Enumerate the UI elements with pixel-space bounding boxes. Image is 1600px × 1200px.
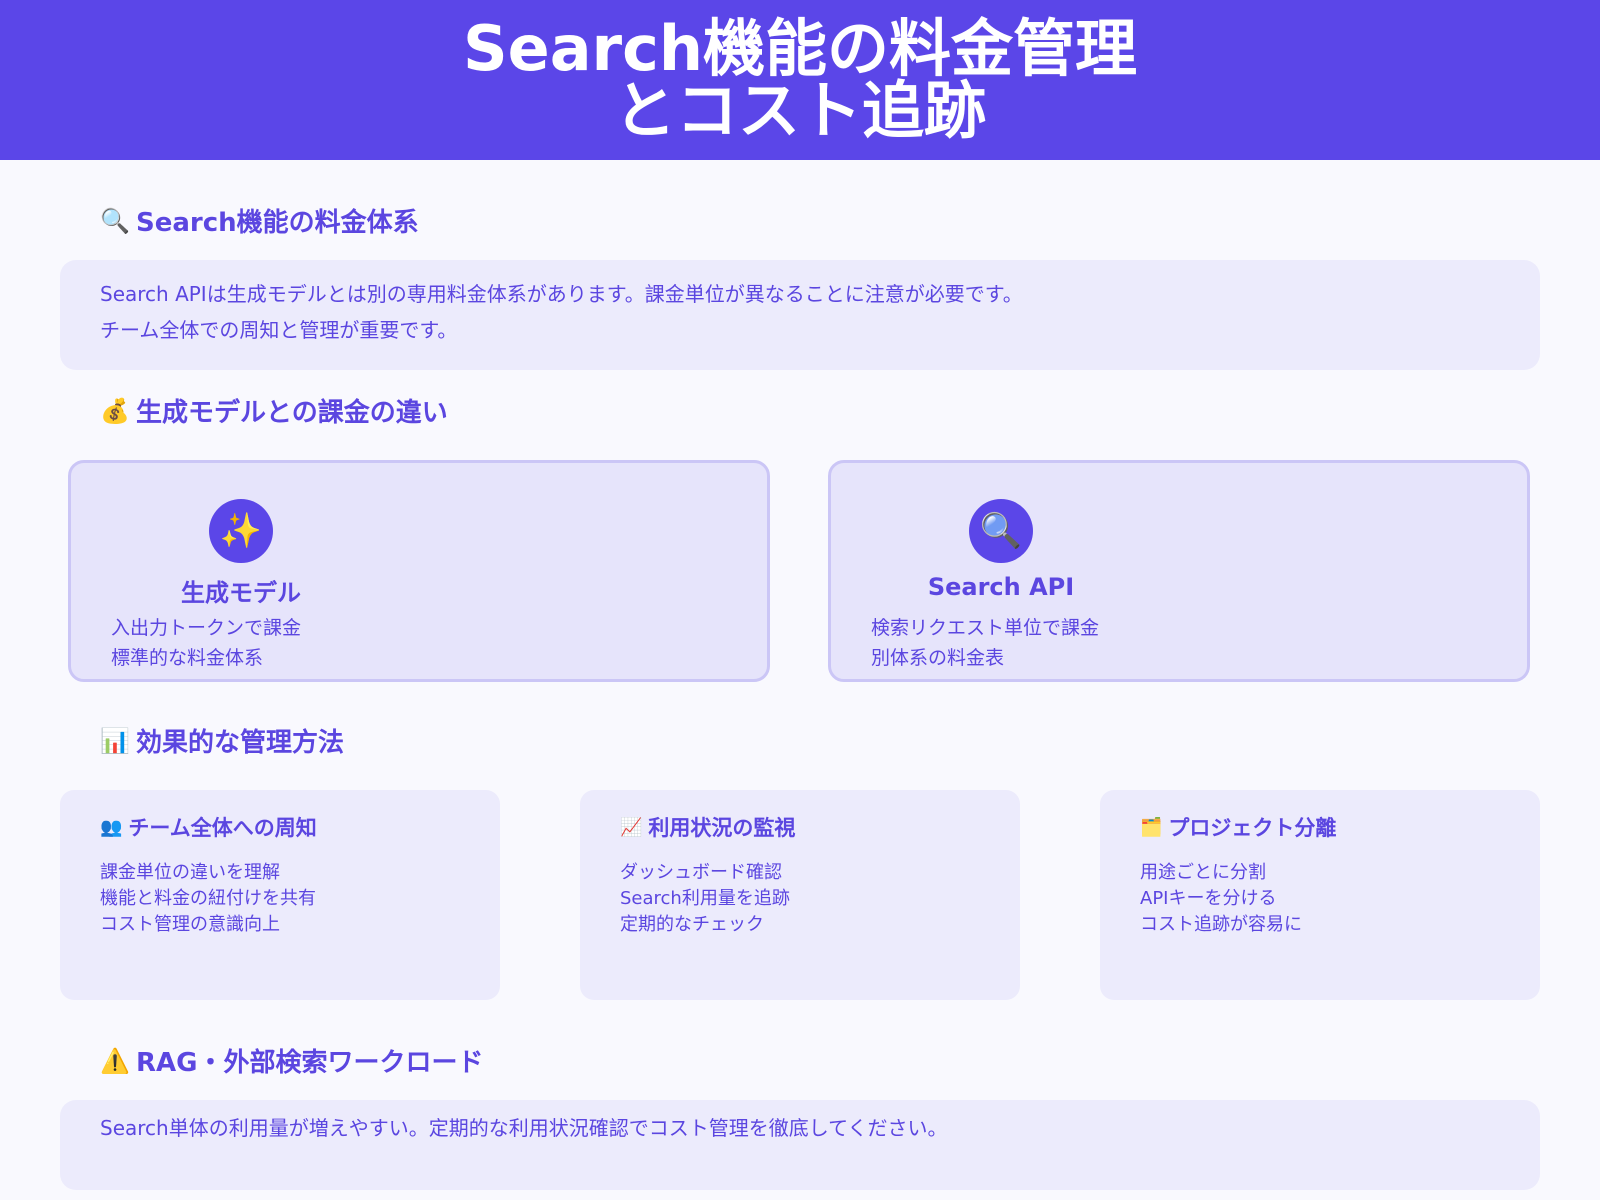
magnifier-icon: 🔍 — [100, 206, 130, 235]
compare-card-line: 別体系の料金表 — [871, 647, 1005, 669]
page-title-line-1: Search機能の料金管理 — [462, 12, 1137, 85]
warning-icon: ⚠️ — [100, 1046, 130, 1075]
method-card-item: 定期的なチェック — [620, 914, 764, 935]
money-bag-icon: 💰 — [100, 396, 130, 425]
section-title-rag: ⚠️ RAG・外部検索ワークロード — [100, 1042, 483, 1079]
section-title-pricing: 🔍 Search機能の料金体系 — [100, 202, 419, 239]
people-icon: 👥 — [100, 816, 123, 838]
section-title-rag-text: RAG・外部検索ワークロード — [136, 1048, 484, 1078]
compare-card-line: 標準的な料金体系 — [111, 647, 264, 669]
compare-card-line: 検索リクエスト単位で課金 — [871, 617, 1100, 639]
pricing-text-line-2: チーム全体での周知と管理が重要です。 — [100, 318, 458, 342]
compare-card-title: Search API — [927, 573, 1075, 601]
method-card-item: APIキーを分ける — [1140, 888, 1277, 909]
bar-chart-icon: 📊 — [100, 726, 130, 755]
method-card-item: コスト管理の意識向上 — [100, 914, 280, 935]
section-title-methods-text: 効果的な管理方法 — [136, 728, 345, 758]
method-card-item: 用途ごとに分割 — [1140, 862, 1266, 883]
folder-icon: 🗂️ — [1140, 816, 1163, 838]
method-card-project: 🗂️ プロジェクト分離 用途ごとに分割 APIキーを分ける コスト追跡が容易に — [1100, 790, 1540, 1000]
section-title-compare: 💰 生成モデルとの課金の違い — [100, 392, 448, 429]
pricing-panel: Search APIは生成モデルとは別の専用料金体系があります。課金単位が異なる… — [60, 260, 1540, 370]
compare-card-title: 生成モデル — [181, 579, 301, 607]
method-card-title-text: プロジェクト分離 — [1168, 816, 1337, 840]
pricing-text-line-1: Search APIは生成モデルとは別の専用料金体系があります。課金単位が異なる… — [100, 282, 1023, 306]
method-card-item: 機能と料金の紐付けを共有 — [100, 888, 316, 909]
rag-text-line-1: Search単体の利用量が増えやすい。定期的な利用状況確認でコスト管理を徹底して… — [100, 1116, 948, 1140]
compare-card-generative: ✨ 生成モデル 入出力トークンで課金 標準的な料金体系 — [68, 460, 770, 682]
method-card-item: ダッシュボード確認 — [620, 862, 782, 883]
trend-chart-icon: 📈 — [620, 816, 643, 838]
section-title-compare-text: 生成モデルとの課金の違い — [136, 398, 448, 428]
sparkles-icon: ✨ — [209, 499, 273, 563]
method-card-title-text: チーム全体への周知 — [128, 816, 317, 840]
rag-panel: Search単体の利用量が増えやすい。定期的な利用状況確認でコスト管理を徹底して… — [60, 1100, 1540, 1190]
magnifier-icon: 🔍 — [969, 499, 1033, 563]
page-title-line-2: とコスト追跡 — [613, 74, 986, 147]
page-header: Search機能の料金管理 とコスト追跡 — [0, 0, 1600, 160]
method-card-item: Search利用量を追跡 — [620, 888, 790, 909]
compare-card-line: 入出力トークンで課金 — [111, 617, 302, 639]
method-card-title: 📈 利用状況の監視 — [620, 812, 795, 842]
method-card-title-text: 利用状況の監視 — [648, 816, 796, 840]
method-card-title: 🗂️ プロジェクト分離 — [1140, 812, 1336, 842]
method-card-team: 👥 チーム全体への周知 課金単位の違いを理解 機能と料金の紐付けを共有 コスト管… — [60, 790, 500, 1000]
method-card-monitoring: 📈 利用状況の監視 ダッシュボード確認 Search利用量を追跡 定期的なチェッ… — [580, 790, 1020, 1000]
method-card-item: コスト追跡が容易に — [1140, 914, 1302, 935]
section-title-methods: 📊 効果的な管理方法 — [100, 722, 344, 759]
section-title-pricing-text: Search機能の料金体系 — [136, 208, 419, 238]
method-card-title: 👥 チーム全体への周知 — [100, 812, 317, 842]
compare-card-search-api: 🔍 Search API 検索リクエスト単位で課金 別体系の料金表 — [828, 460, 1530, 682]
method-card-item: 課金単位の違いを理解 — [100, 862, 280, 883]
